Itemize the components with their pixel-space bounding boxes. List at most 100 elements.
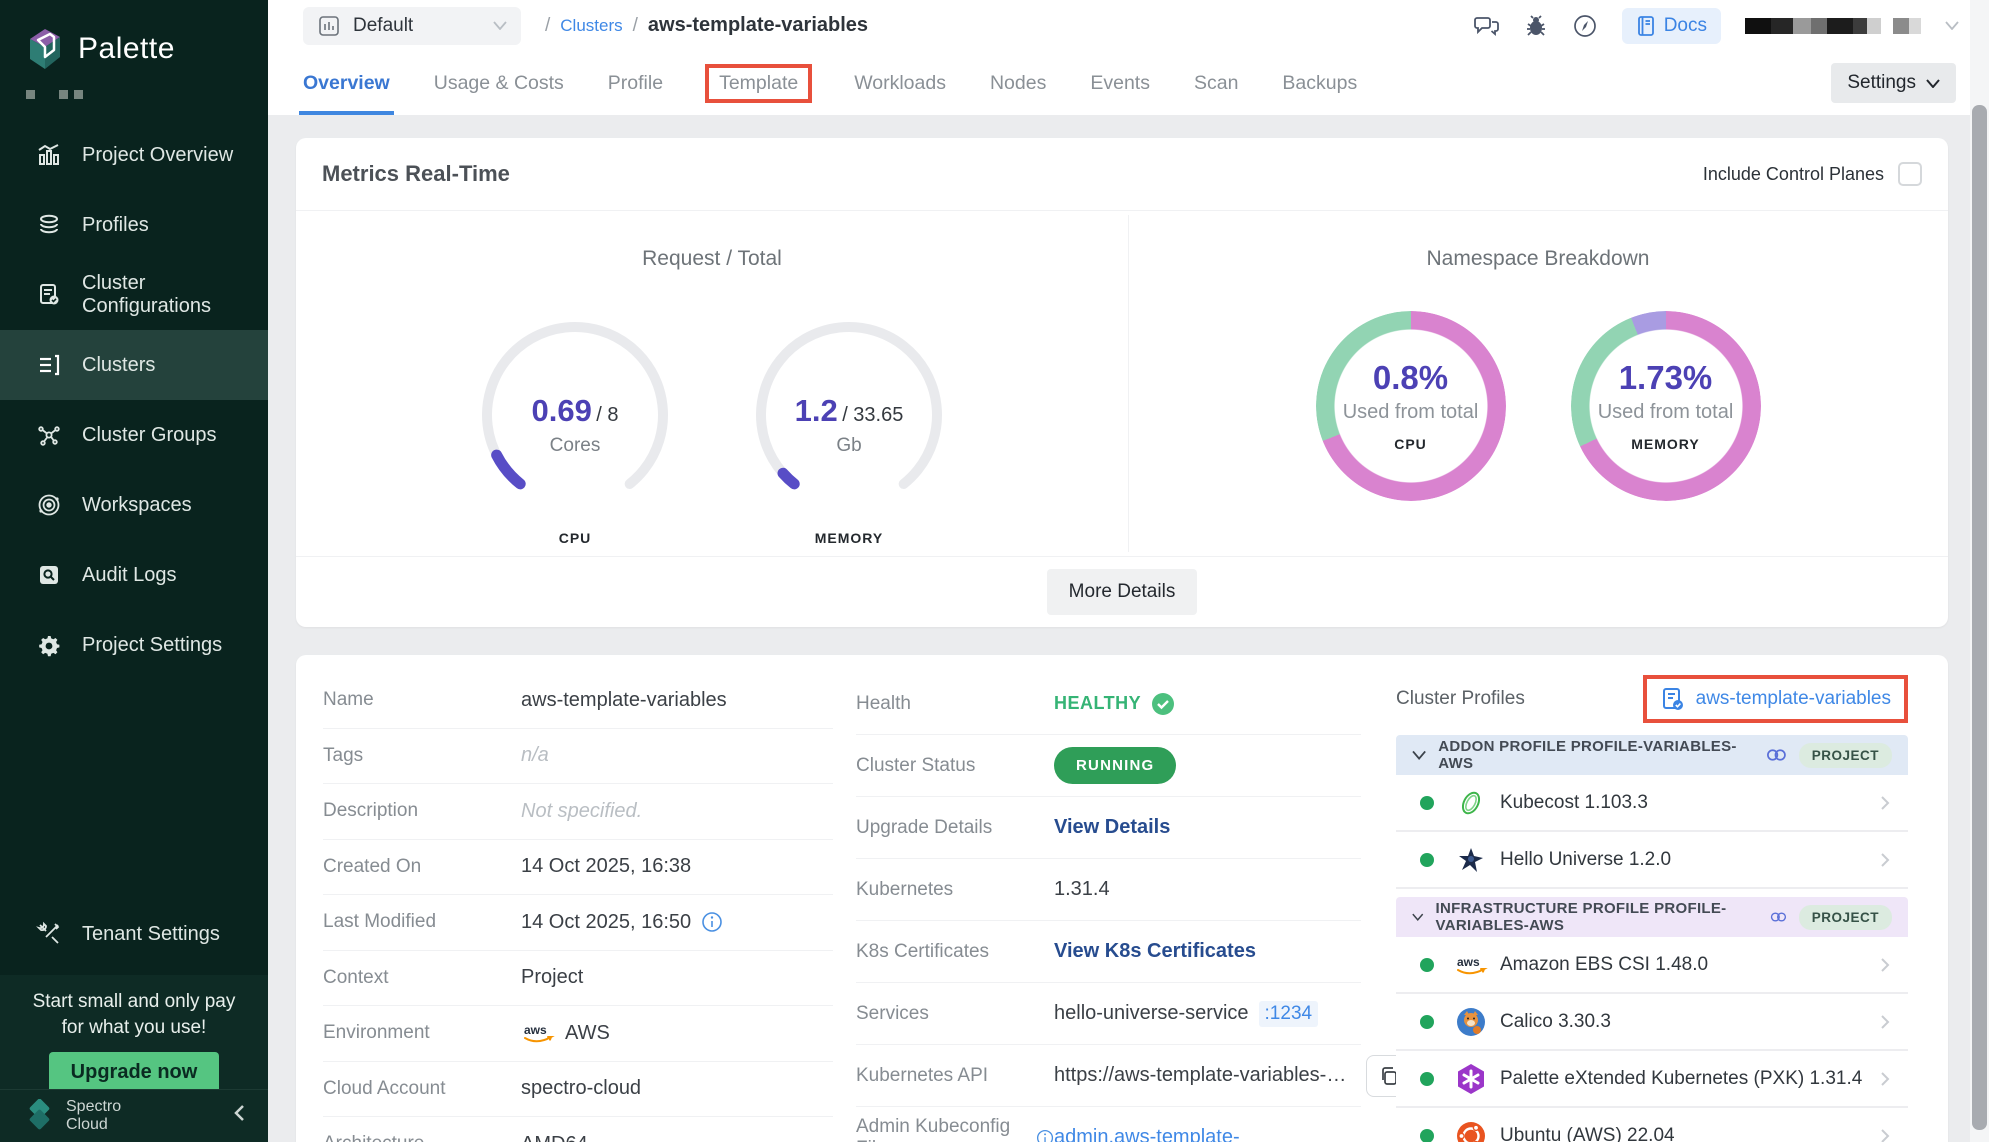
- status-dot: [1420, 958, 1434, 972]
- profile-item-hello-universe[interactable]: Hello Universe 1.2.0: [1396, 832, 1908, 889]
- detail-label: Description: [323, 800, 521, 822]
- scrollbar-thumb[interactable]: [1972, 105, 1987, 1130]
- profile-item-calico[interactable]: Calico 3.30.3: [1396, 994, 1908, 1051]
- memory-total-value: / 33.65: [842, 404, 903, 426]
- profile-group-name: INFRASTRUCTURE PROFILE PROFILE-VARIABLES…: [1436, 900, 1758, 934]
- detail-label: Architecture: [323, 1133, 521, 1142]
- detail-row-architecture: Architecture AMD64: [323, 1117, 833, 1142]
- addon-profile-header[interactable]: ADDON PROFILE PROFILE-VARIABLES-AWS PROJ…: [1396, 735, 1908, 775]
- sidebar-item-workspaces[interactable]: Workspaces: [0, 470, 268, 540]
- detail-label: Kubernetes API: [856, 1065, 1054, 1087]
- profile-item-amazon-ebs-csi[interactable]: aws Amazon EBS CSI 1.48.0: [1396, 937, 1908, 994]
- sidebar-item-tenant-settings[interactable]: Tenant Settings: [0, 899, 268, 969]
- more-details-button[interactable]: More Details: [1047, 569, 1198, 615]
- doc-search-icon: [36, 562, 62, 588]
- sidebar-item-clusters[interactable]: Clusters: [0, 330, 268, 400]
- link-icon: [1766, 747, 1787, 763]
- tab-events[interactable]: Events: [1090, 51, 1150, 115]
- chevron-right-icon: [1880, 795, 1890, 811]
- check-circle-icon: [1151, 692, 1175, 716]
- detail-label: Admin Kubeconfig File: [856, 1116, 1028, 1142]
- infrastructure-profile-header[interactable]: INFRASTRUCTURE PROFILE PROFILE-VARIABLES…: [1396, 897, 1908, 937]
- chevron-down-icon: [493, 21, 507, 30]
- sidebar-item-label: Workspaces: [82, 494, 192, 517]
- detail-row-k8s-certificates: K8s Certificates View K8s Certificates: [856, 921, 1361, 983]
- health-status-text: HEALTHY: [1054, 693, 1141, 714]
- tab-profile[interactable]: Profile: [608, 51, 663, 115]
- tab-overview[interactable]: Overview: [303, 51, 390, 115]
- user-menu-chevron-icon[interactable]: [1945, 21, 1959, 30]
- detail-label: Created On: [323, 856, 521, 878]
- info-icon[interactable]: [701, 911, 723, 933]
- cpu-total-value: / 8: [596, 404, 618, 426]
- gear-icon: [36, 632, 62, 658]
- detail-row-kubernetes: Kubernetes 1.31.4: [856, 859, 1361, 921]
- upgrade-now-button[interactable]: Upgrade now: [49, 1052, 220, 1093]
- sidebar-item-cluster-groups[interactable]: Cluster Groups: [0, 400, 268, 470]
- tab-nodes[interactable]: Nodes: [990, 51, 1046, 115]
- view-details-link[interactable]: View Details: [1054, 816, 1170, 839]
- info-icon[interactable]: [1036, 1128, 1054, 1142]
- profile-item-kubecost[interactable]: Kubecost 1.103.3: [1396, 775, 1908, 832]
- admin-kubeconfig-link[interactable]: admin.aws-template-: [1054, 1126, 1240, 1142]
- tab-template[interactable]: Template: [707, 66, 810, 101]
- detail-label: Tags: [323, 745, 521, 767]
- service-port-link[interactable]: :1234: [1259, 1001, 1319, 1027]
- sidebar-item-profiles[interactable]: Profiles: [0, 190, 268, 260]
- memory-used-percent: 1.73%: [1571, 359, 1761, 397]
- detail-row-cloud-account: Cloud Account spectro-cloud: [323, 1062, 833, 1118]
- metrics-footer: More Details: [296, 556, 1948, 626]
- nodes-icon: [36, 422, 62, 448]
- tab-scan[interactable]: Scan: [1194, 51, 1238, 115]
- status-badge: RUNNING: [1054, 747, 1176, 784]
- footer-brand-line2: Cloud: [66, 1116, 121, 1134]
- top-actions: Docs: [1474, 8, 1989, 44]
- breadcrumb-link-clusters[interactable]: Clusters: [560, 16, 622, 36]
- detail-row-last-modified: Last Modified 14 Oct 2025, 16:50: [323, 895, 833, 951]
- server-list-icon: [36, 352, 62, 378]
- sidebar-item-project-overview[interactable]: Project Overview: [0, 120, 268, 190]
- sidebar-tenant: Tenant Settings: [0, 899, 268, 969]
- settings-button[interactable]: Settings: [1831, 63, 1956, 103]
- sidebar-item-label: Cluster Configurations: [82, 272, 268, 318]
- sidebar-item-audit-logs[interactable]: Audit Logs: [0, 540, 268, 610]
- include-control-planes-checkbox[interactable]: [1898, 162, 1922, 186]
- memory-donut: 1.73% Used from total MEMORY: [1571, 311, 1761, 501]
- sidebar-item-project-settings[interactable]: Project Settings: [0, 610, 268, 680]
- plan-dots: [0, 72, 268, 99]
- tab-usage-costs[interactable]: Usage & Costs: [434, 51, 564, 115]
- page-scrollbar[interactable]: [1970, 0, 1989, 1142]
- chat-icon[interactable]: [1474, 14, 1500, 38]
- brand: Palette: [0, 0, 268, 72]
- profile-item-name: Amazon EBS CSI 1.48.0: [1500, 954, 1708, 976]
- tab-backups[interactable]: Backups: [1282, 51, 1357, 115]
- tabs-bar: Overview Usage & Costs Profile Template …: [268, 51, 1989, 115]
- detail-row-name: Name aws-template-variables: [323, 673, 833, 729]
- health-status: HEALTHY: [1054, 692, 1175, 716]
- details-middle-column: Health HEALTHY Cluster Status RUNNING Up…: [856, 673, 1361, 1142]
- docs-button[interactable]: Docs: [1622, 8, 1721, 44]
- promo-line1: Start small and only pay: [0, 989, 268, 1015]
- profile-item-pxk[interactable]: Palette eXtended Kubernetes (PXK) 1.31.4: [1396, 1051, 1908, 1108]
- view-k8s-certificates-link[interactable]: View K8s Certificates: [1054, 940, 1256, 963]
- detail-value: 14 Oct 2025, 16:50: [521, 911, 691, 934]
- cpu-donut: 0.8% Used from total CPU: [1316, 311, 1506, 501]
- profile-link[interactable]: aws-template-variables: [1696, 688, 1891, 710]
- project-icon: [317, 14, 341, 38]
- chevron-right-icon: [1880, 1071, 1890, 1087]
- sidebar-collapse-icon[interactable]: [232, 1103, 246, 1129]
- cluster-profiles-panel: Cluster Profiles aws-template-variables …: [1396, 675, 1908, 1142]
- svg-text:aws: aws: [1457, 955, 1480, 969]
- memory-request-value: 1.2: [795, 393, 838, 428]
- project-selector[interactable]: Default: [303, 7, 521, 45]
- chevron-right-icon: [1880, 1014, 1890, 1030]
- compass-icon[interactable]: [1572, 13, 1598, 39]
- profile-item-ubuntu[interactable]: Ubuntu (AWS) 22.04: [1396, 1108, 1908, 1142]
- footer-brand-line1: Spectro: [66, 1098, 121, 1116]
- detail-label: Cluster Status: [856, 755, 1054, 777]
- bug-report-icon[interactable]: [1524, 14, 1548, 38]
- sidebar-item-cluster-configurations[interactable]: Cluster Configurations: [0, 260, 268, 330]
- profile-item-name: Calico 3.30.3: [1500, 1011, 1611, 1033]
- tab-workloads[interactable]: Workloads: [854, 51, 946, 115]
- palette-console-screen: Palette Project Overview Pro: [0, 0, 1989, 1142]
